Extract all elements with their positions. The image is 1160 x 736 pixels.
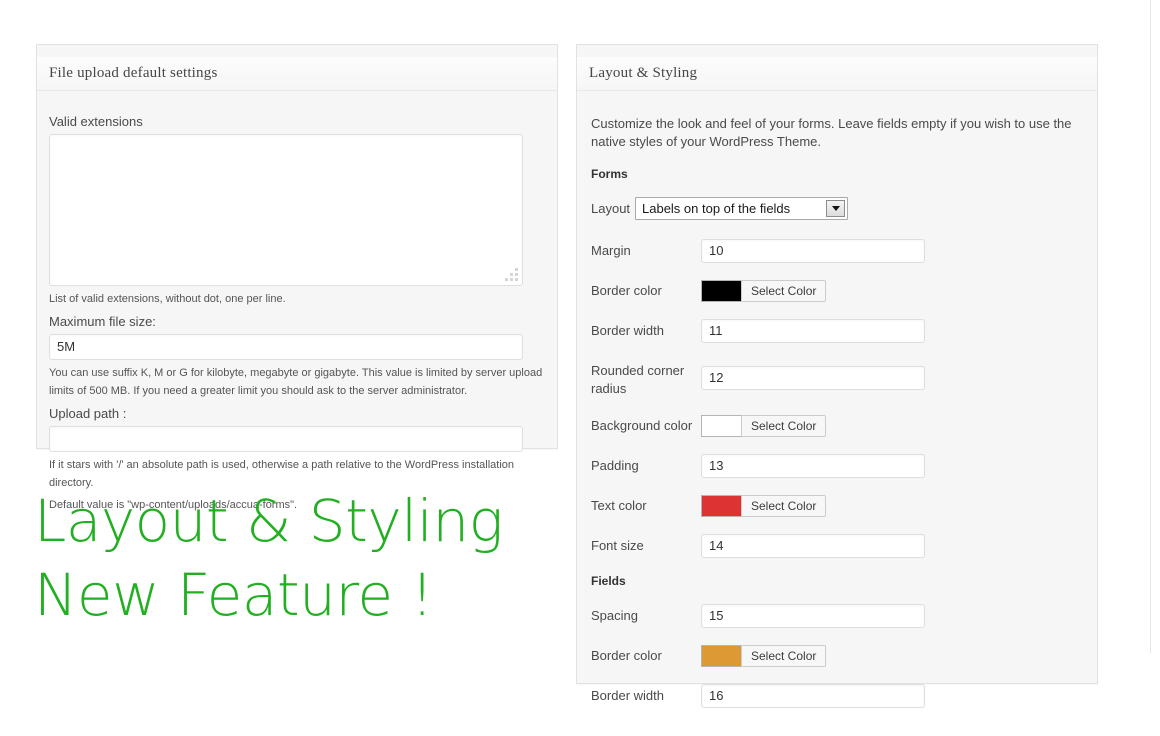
margin-input[interactable]: 10 [701,238,925,263]
max-file-size-input[interactable]: 5M [49,333,523,360]
max-file-size-help: You can use suffix K, M or G for kilobyt… [49,366,543,397]
margin-label: Margin [591,242,631,258]
text-color-select-color-button[interactable]: Select Color [741,494,827,517]
fields-field-rows: Spacing 15 Border color Select Color Border … [591,603,1083,708]
textarea-resize-grip-icon[interactable] [505,267,518,281]
max-file-size-label: Maximum file size: [49,313,156,329]
border-color-colorpicker[interactable]: Select Color [701,644,827,667]
border-width-row: Border width 11 [591,318,1083,343]
promo-headline: Layout & Styling New Feature ! [34,487,503,629]
rounded-corner-radius-label: Rounded corner radius [591,362,685,396]
file-upload-settings-panel: File upload default settings Valid exten… [36,44,558,511]
valid-extensions-help: List of valid extensions, without dot, o… [49,292,286,305]
text-color-label: Text color [591,497,647,513]
font-size-input[interactable]: 14 [701,533,925,558]
border-color-swatch[interactable] [701,279,741,302]
background-color-colorpicker[interactable]: Select Color [701,414,827,437]
forms-section-heading: Forms [591,166,628,181]
forms-field-rows: Margin 10 Border color Select Color Border w… [591,238,1083,558]
text-color-colorpicker[interactable]: Select Color [701,494,827,517]
border-color-select-color-button[interactable]: Select Color [741,644,827,667]
padding-row: Padding 13 [591,453,1083,478]
layout-styling-intro: Customize the look and feel of your form… [591,115,1072,149]
border-color-label: Border color [591,647,662,663]
file-upload-settings-body: Valid extensions List of valid extension… [37,104,557,532]
font-size-row: Font size 14 [591,533,1083,558]
background-color-label: Background color [591,417,693,433]
text-color-swatch[interactable] [701,494,741,517]
border-color-row: Border color Select Color [591,279,1083,303]
border-color-label: Border color [591,282,662,298]
chevron-down-icon[interactable] [826,200,845,218]
layout-select[interactable]: Labels on top of the fields [635,197,848,221]
valid-extensions-label: Valid extensions [49,113,143,129]
spacing-label: Spacing [591,607,638,623]
font-size-label: Font size [591,537,644,553]
border-width-label: Border width [591,687,664,703]
page-root: File upload default settings Valid exten… [0,0,1160,708]
border-width-label: Border width [591,322,664,338]
border-color-select-color-button[interactable]: Select Color [741,279,827,302]
border-color-row: Border color Select Color [591,644,1083,668]
padding-label: Padding [591,457,639,473]
upload-path-input[interactable] [49,425,523,452]
file-upload-settings-title: File upload default settings [37,57,557,92]
layout-select-value: Labels on top of the fields [642,201,791,217]
border-width-input[interactable]: 16 [701,683,925,708]
layout-styling-title: Layout & Styling [577,57,1097,92]
border-color-colorpicker[interactable]: Select Color [701,279,827,302]
background-color-swatch[interactable] [701,414,741,437]
upload-path-label: Upload path : [49,405,127,421]
spacing-row: Spacing 15 [591,603,1083,628]
text-color-row: Text color Select Color [591,494,1083,518]
rounded-corner-radius-row: Rounded corner radius 12 [591,359,1083,398]
fields-section-heading: Fields [591,573,626,588]
padding-input[interactable]: 13 [701,453,925,478]
page-right-divider [1150,0,1151,653]
layout-styling-panel: Layout & Styling Customize the look and … [576,44,1098,708]
spacing-input[interactable]: 15 [701,603,925,628]
valid-extensions-value [50,135,522,145]
border-color-swatch[interactable] [701,644,741,667]
background-color-row: Background color Select Color [591,414,1083,438]
valid-extensions-textarea[interactable] [49,133,523,286]
border-width-row: Border width 16 [591,683,1083,708]
margin-row: Margin 10 [591,238,1083,263]
layout-styling-body: Customize the look and feel of your form… [577,104,1097,736]
background-color-select-color-button[interactable]: Select Color [741,414,827,437]
layout-select-label: Layout [591,200,631,216]
layout-select-row: Layout Labels on top of the fields [591,197,1083,221]
border-width-input[interactable]: 11 [701,318,925,343]
rounded-corner-radius-input[interactable]: 12 [701,366,925,391]
